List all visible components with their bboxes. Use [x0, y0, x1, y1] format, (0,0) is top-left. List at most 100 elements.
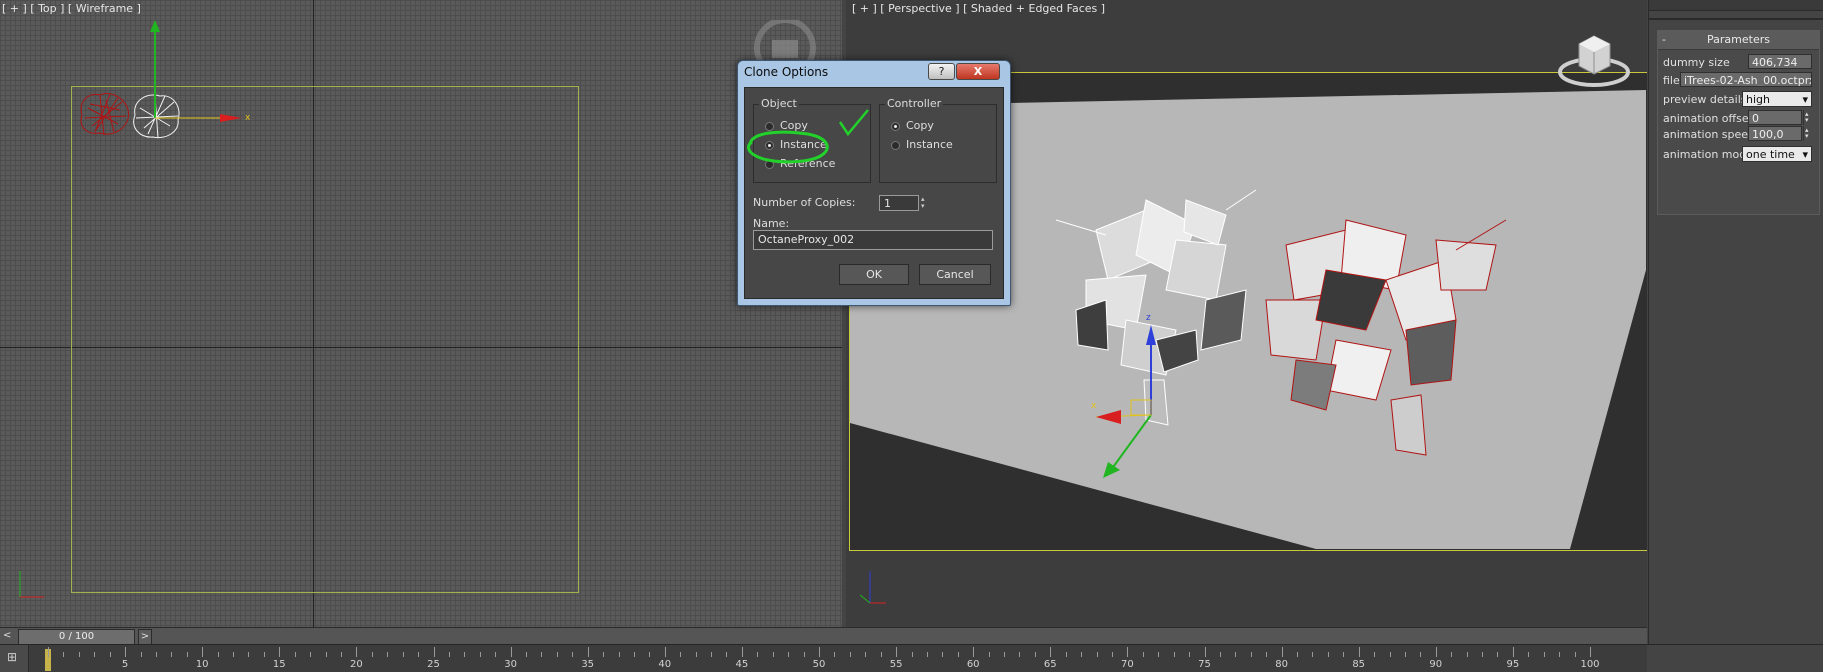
rollout-header[interactable]: - Parameters	[1658, 31, 1819, 50]
timeline-tick-label: 80	[1275, 659, 1288, 670]
timeline-tick	[526, 652, 528, 657]
preview-details-select[interactable]: high ▾	[1742, 91, 1812, 107]
timeline-tick-label: 50	[812, 659, 826, 670]
timeline-tick	[1543, 652, 1545, 657]
file-field[interactable]: iTrees-02-Ash_00.octprx	[1680, 72, 1812, 87]
command-panel[interactable]: - Parameters dummy size 406,734 file iTr…	[1648, 0, 1823, 671]
timeline-tick	[1466, 652, 1468, 657]
annotation-markup	[747, 109, 869, 164]
timeline-tick	[1050, 647, 1052, 657]
clone-options-dialog: Clone Options ? X Object Copy Instance R…	[737, 60, 1011, 306]
cancel-button[interactable]: Cancel	[919, 264, 991, 285]
time-slider-bar[interactable]: < 0 / 100 >	[0, 627, 1647, 645]
timeline-tick	[1327, 652, 1329, 657]
timeline-tick	[711, 652, 713, 657]
timeline-tick	[1219, 652, 1221, 657]
timeline-tick	[1528, 652, 1530, 657]
timeline-tick	[880, 652, 882, 657]
dummy-size-field[interactable]: 406,734	[1748, 54, 1812, 69]
timeline-tick	[633, 652, 635, 657]
controller-copy-label[interactable]: Copy	[906, 119, 934, 132]
timeline-tick	[896, 647, 898, 657]
animation-offset-label: animation offset	[1663, 112, 1753, 125]
close-button[interactable]: X	[956, 63, 1000, 80]
timeline-tick	[772, 652, 774, 657]
animation-offset-value: 0	[1752, 112, 1759, 125]
svg-text:x: x	[245, 113, 251, 123]
help-button[interactable]: ?	[928, 63, 955, 80]
timeline-tick	[402, 652, 404, 657]
timeline-tick	[294, 652, 296, 657]
timeline-tick-label: 5	[121, 659, 129, 670]
timeline-tick	[510, 647, 512, 657]
radio-controller-instance[interactable]	[891, 141, 900, 150]
ok-button[interactable]: OK	[839, 264, 909, 285]
animation-speed-spinner[interactable]: ▴ ▾	[1803, 126, 1812, 141]
timeline-tick	[649, 652, 651, 657]
animation-offset-field[interactable]: 0	[1748, 110, 1802, 125]
animation-speed-field[interactable]: 100,0	[1748, 126, 1802, 141]
time-prev-button[interactable]: <	[3, 630, 15, 643]
controller-instance-label[interactable]: Instance	[906, 138, 953, 151]
timeline-tick-label: 35	[581, 659, 595, 670]
radio-controller-copy[interactable]	[891, 122, 900, 131]
dummy-size-label: dummy size	[1663, 56, 1730, 69]
timeline-tick	[1142, 652, 1144, 657]
timeline-tick-label: 25	[427, 659, 440, 670]
timeline-tick	[109, 652, 111, 657]
animation-offset-spinner[interactable]: ▴ ▾	[1803, 110, 1812, 125]
timeline-tick	[973, 647, 975, 657]
copies-spinner[interactable]: ▴ ▾	[921, 195, 930, 211]
timeline-tick	[1173, 652, 1175, 657]
timeline-tick	[1312, 652, 1314, 657]
tree-red-top	[80, 93, 130, 136]
timeline-tick	[1482, 652, 1484, 657]
animation-mode-select[interactable]: one time ▾	[1742, 146, 1812, 162]
timeline-tick	[1111, 652, 1113, 657]
name-input[interactable]: OctaneProxy_002	[753, 230, 993, 250]
timeline-tick-label: 60	[966, 659, 980, 670]
parameters-rollout: - Parameters dummy size 406,734 file iTr…	[1657, 30, 1820, 215]
timeline-tick	[1065, 652, 1067, 657]
timeline-tick	[1404, 652, 1406, 657]
animation-mode-value: one time	[1746, 148, 1795, 161]
name-value: OctaneProxy_002	[758, 233, 855, 246]
copies-input[interactable]: 1	[879, 195, 919, 211]
file-value: iTrees-02-Ash_00.octprx	[1684, 74, 1812, 87]
copies-label: Number of Copies:	[753, 196, 856, 209]
animation-speed-label: animation speed	[1663, 128, 1756, 141]
tree-white-top	[133, 94, 180, 139]
top-viewport[interactable]: [ + ] [ Top ] [ Wireframe ] x	[0, 0, 842, 627]
viewport-label-top[interactable]: [ + ] [ Top ] [ Wireframe ]	[2, 2, 141, 15]
timeline-tick	[680, 652, 682, 657]
checkmark-icon	[838, 109, 869, 137]
timeline-tick	[911, 652, 913, 657]
time-slider-thumb[interactable]: 0 / 100	[18, 629, 135, 645]
timeline-tick	[1019, 652, 1021, 657]
safe-frame	[71, 86, 579, 593]
timeline-tick	[1189, 652, 1191, 657]
timeline-ticks: 5 10 15 20 25 30 35 40 45 50 55 60 65 70 75 80 85 90 95 100	[0, 645, 1647, 672]
timeline-tick-label: 70	[1121, 659, 1134, 670]
timeline-tick	[849, 652, 851, 657]
animation-mode-label: animation mode	[1663, 148, 1753, 161]
trees-top-view[interactable]: x	[70, 20, 270, 150]
annotation-circle	[747, 130, 829, 164]
timeline-tick	[263, 652, 265, 657]
file-label: file	[1663, 74, 1680, 87]
timeline-tick	[757, 652, 759, 657]
timeline-tick	[1435, 647, 1437, 657]
animation-speed-value: 100,0	[1752, 128, 1784, 141]
timeline-tick-label: 90	[1429, 659, 1443, 670]
timeline-tick	[202, 647, 204, 657]
timeline-tick	[819, 647, 820, 657]
timeline-tick-label: 55	[889, 659, 903, 670]
timeline-tick-label: 100	[1580, 659, 1600, 670]
time-next-button[interactable]: >	[138, 629, 152, 645]
timeline-tick	[1297, 652, 1299, 657]
collapse-icon[interactable]: -	[1662, 31, 1666, 49]
viewcube-perspective[interactable]	[1554, 30, 1634, 90]
timeline-tick	[603, 652, 605, 657]
timeline-track[interactable]: ⊞ 5 10 15 20 25 30 35 40 45 50 55 60 65 70 75 80 85 90 95 1…	[0, 644, 1823, 672]
timeline-tick	[926, 652, 928, 657]
